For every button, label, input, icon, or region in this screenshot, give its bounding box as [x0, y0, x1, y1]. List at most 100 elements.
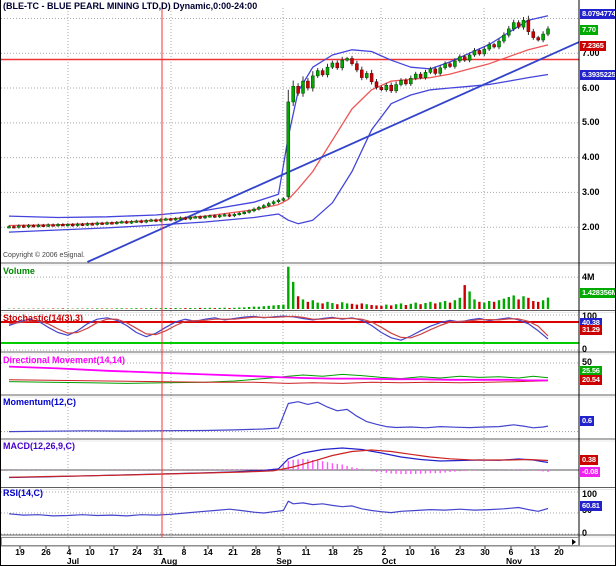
volume-bar	[429, 301, 432, 309]
scroll-right-button[interactable]	[569, 538, 578, 545]
volume-bar	[272, 305, 275, 309]
candle	[247, 210, 251, 213]
candle	[26, 225, 31, 228]
volume-bar	[424, 303, 427, 309]
candle	[149, 219, 153, 222]
volume-bar	[336, 304, 339, 309]
candle	[281, 198, 286, 201]
panel-label-dm[interactable]: Directional Movement(14,14)	[3, 355, 125, 365]
h-scrollbar[interactable]	[1, 537, 579, 546]
panel-label-volume[interactable]: Volume	[3, 266, 35, 276]
trendline	[87, 41, 580, 263]
panel-label-momentum[interactable]: Momentum(12,C)	[3, 397, 76, 407]
candle	[144, 220, 148, 223]
time-axis-day-label: 20	[554, 547, 564, 557]
volume-bar	[140, 308, 143, 309]
volume-bar	[282, 304, 285, 309]
time-axis-day-label: 11	[301, 547, 311, 557]
volume-bar	[321, 303, 324, 309]
scroll-right-icon	[571, 538, 576, 545]
volume-bar	[546, 297, 550, 309]
macd-line	[8, 447, 549, 479]
volume-bar	[458, 297, 461, 309]
volume-bar	[233, 307, 236, 309]
panel-label-macd[interactable]: MACD(12,26,9,C)	[3, 441, 75, 451]
volume-bar	[360, 303, 363, 309]
candle	[418, 73, 423, 78]
macd-signal-line	[8, 449, 549, 478]
candle	[428, 68, 433, 73]
time-axis-day-label: 10	[405, 547, 415, 557]
candle	[399, 80, 403, 85]
moving-average-line	[8, 44, 549, 227]
axis-tick-label: 0	[582, 344, 588, 354]
candle	[389, 84, 393, 92]
volume-bar	[448, 302, 452, 309]
volume-bar	[257, 306, 261, 309]
time-axis-day-label: 13	[530, 547, 540, 557]
volume-bar	[213, 308, 216, 309]
volume-bar	[262, 306, 265, 309]
candle	[296, 86, 300, 94]
candle	[7, 226, 11, 229]
volume-bar	[527, 297, 530, 309]
stoch-d-line	[8, 315, 549, 339]
bollinger-upper-band	[8, 15, 549, 219]
volume-bar	[292, 281, 295, 309]
momentum-line	[8, 401, 549, 433]
candle	[51, 224, 55, 227]
candle	[46, 224, 50, 227]
candle	[21, 225, 26, 228]
volume-bar	[218, 307, 221, 309]
candle	[271, 201, 276, 204]
candle	[168, 218, 173, 221]
volume-bar	[203, 308, 207, 309]
volume-bar	[115, 308, 118, 309]
candle	[541, 33, 545, 41]
volume-bar	[419, 304, 422, 309]
candle	[409, 78, 413, 85]
candle	[325, 66, 330, 76]
time-axis-day-label: 23	[455, 547, 465, 557]
volume-bar	[537, 301, 540, 309]
time-axis-day-label: 18	[328, 547, 338, 557]
candle	[61, 224, 65, 227]
volume-bar	[149, 308, 153, 309]
volume-bar	[331, 303, 334, 309]
volume-bar	[375, 305, 378, 309]
candle	[345, 58, 349, 61]
candle	[286, 101, 291, 197]
volume-bar	[409, 303, 412, 309]
candle	[70, 224, 75, 227]
volume-bar	[404, 305, 408, 309]
chart-canvas[interactable]	[1, 0, 616, 566]
candle	[546, 28, 550, 35]
candle	[12, 226, 16, 229]
volume-bar	[350, 303, 354, 309]
volume-bar	[414, 302, 417, 309]
candle	[467, 54, 472, 61]
volume-bar	[130, 308, 133, 309]
panel-label-stochastic[interactable]: Stochastic(14(3),3)	[3, 313, 83, 323]
candle	[139, 220, 144, 223]
volume-bar	[306, 301, 310, 309]
candle	[521, 19, 526, 28]
bollinger-lower-band	[8, 73, 549, 233]
candle	[129, 221, 134, 224]
candle	[384, 84, 389, 91]
volume-bar	[443, 301, 447, 309]
volume-bar	[179, 308, 182, 309]
volume-bar	[277, 305, 280, 309]
candle	[438, 67, 442, 74]
candle	[306, 80, 310, 89]
volume-bar	[492, 301, 496, 309]
volume-bar	[541, 300, 545, 309]
candle	[164, 218, 168, 221]
volume-value-badge: 1.428356M	[580, 288, 615, 298]
candle	[531, 31, 536, 38]
panel-label-rsi[interactable]: RSI(14,C)	[3, 488, 43, 498]
candle	[492, 44, 496, 48]
volume-bar	[105, 308, 109, 309]
candle	[115, 222, 119, 225]
candle	[374, 81, 379, 88]
